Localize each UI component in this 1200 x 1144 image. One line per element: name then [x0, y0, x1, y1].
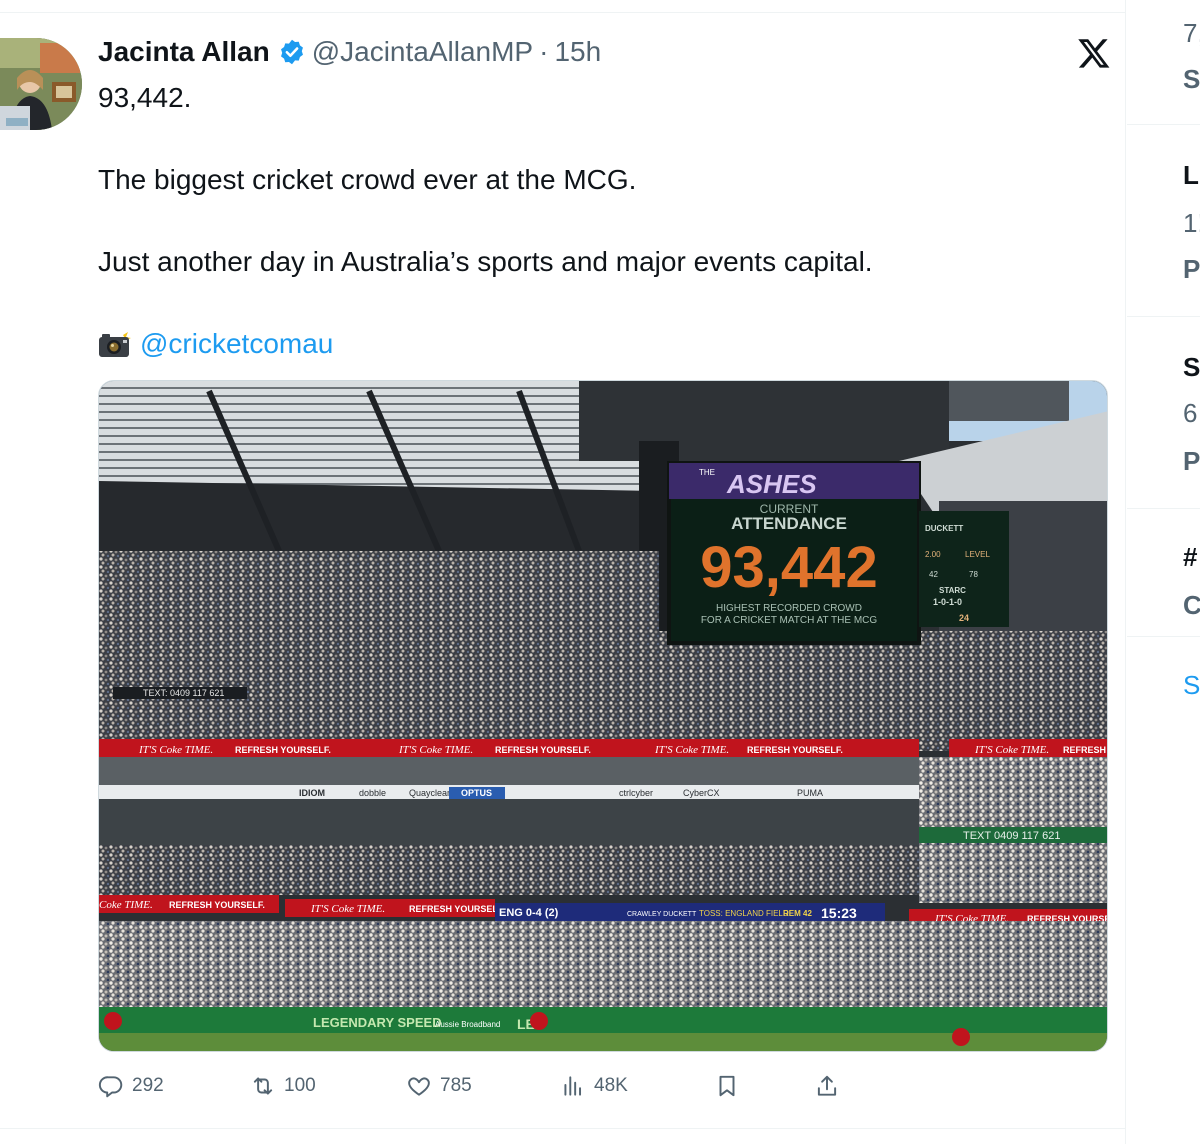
like-icon [408, 1077, 430, 1096]
views-button[interactable]: 48K [560, 1066, 628, 1106]
sponsor-board: OPTUS [461, 788, 492, 798]
score-rem: REM 42 [783, 909, 812, 918]
verified-badge-icon[interactable] [278, 38, 306, 66]
sidebar-fragment[interactable]: S [1183, 352, 1200, 383]
sponsor-board: Quayclean [409, 788, 452, 798]
attendance-label-2: ATTENDANCE [731, 514, 847, 533]
side-bowler: STARC [939, 586, 966, 595]
top-divider [0, 12, 1126, 13]
sms-text: TEXT: 0409 117 621 [143, 688, 224, 698]
side-between-value: 24 [959, 613, 969, 623]
sidebar-fragment[interactable]: # [1183, 542, 1197, 573]
tweet-timestamp[interactable]: 15h [554, 36, 601, 68]
side-batter: DUCKETT [925, 524, 963, 533]
side-overs-today: 42 [929, 570, 938, 579]
ribbon-text: REFRESH YOURSELF. [747, 745, 843, 755]
sms-text: TEXT 0409 117 621 [963, 830, 1060, 842]
tweet-paragraph: 93,442. [98, 82, 192, 113]
bottom-divider [0, 1128, 1126, 1129]
side-figures: 1-0-1-0 [933, 597, 962, 607]
author-avatar[interactable] [0, 38, 82, 130]
photo-credit: @cricketcomau [98, 324, 333, 364]
scoreboard-title: ASHES [726, 469, 817, 499]
sponsor-board: IDIOM [299, 788, 325, 798]
ribbon-text: Coke TIME. [99, 899, 153, 911]
tweet-column: Jacinta Allan @JacintaAllanMP · 15h 93,4… [0, 0, 1126, 1144]
header-separator: · [539, 36, 549, 67]
sidebar-fragment[interactable]: P [1183, 446, 1200, 477]
score-batters: CRAWLEY DUCKETT [627, 911, 697, 918]
sidebar-fragment[interactable]: P [1183, 254, 1200, 285]
sidebar-divider [1127, 124, 1200, 125]
side-run-rate: 2.00 [925, 550, 941, 559]
ribbon-text: REFRESH YOURSELF. [169, 900, 265, 910]
like-button[interactable]: 785 [406, 1066, 472, 1106]
sponsor-board: PUMA [797, 788, 823, 798]
scoreboard-pre: THE [699, 468, 715, 477]
tweet-paragraph: Just another day in Australia’s sports a… [98, 246, 873, 277]
x-logo-icon[interactable] [1077, 36, 1111, 70]
side-level: LEVEL [965, 550, 990, 559]
score-team: ENG 0-4 (2) [499, 907, 559, 919]
sidebar-fragment[interactable]: L [1183, 160, 1199, 191]
views-icon [564, 1076, 582, 1096]
sidebar-divider [1127, 316, 1200, 317]
credit-mention-link[interactable]: @cricketcomau [140, 324, 333, 364]
share-button[interactable] [814, 1066, 848, 1106]
sponsor-board: CyberCX [683, 788, 720, 798]
ribbon-text: IT'S Coke TIME. [654, 744, 729, 756]
boundary-board: Aussie Broadband [435, 1020, 500, 1029]
tweet-header: Jacinta Allan @JacintaAllanMP · 15h [98, 32, 601, 72]
ribbon-text: REFRESH YOURSELF. [495, 745, 591, 755]
sidebar-fragment: 7, [1183, 18, 1200, 48]
repost-count: 100 [284, 1075, 316, 1096]
attendance-value: 93,442 [700, 535, 877, 600]
sidebar-show-more-link[interactable]: S [1183, 670, 1200, 701]
sponsor-board: dobble [359, 788, 386, 798]
sidebar-fragment[interactable]: S [1183, 64, 1200, 95]
tweet-actions: 292 100 785 48K [98, 1066, 858, 1106]
boundary-board: LEGENDARY SPEED [313, 1015, 442, 1030]
repost-button[interactable]: 100 [250, 1066, 316, 1106]
author-name[interactable]: Jacinta Allan [98, 36, 270, 68]
sidebar-fragment: 6 [1183, 398, 1198, 428]
bookmark-button[interactable] [714, 1066, 748, 1106]
tweet-paragraph: The biggest cricket crowd ever at the MC… [98, 164, 637, 195]
reply-count: 292 [132, 1075, 164, 1096]
views-count: 48K [594, 1075, 628, 1096]
bookmark-icon [719, 1075, 735, 1097]
author-handle[interactable]: @JacintaAllanMP [312, 36, 533, 68]
attendance-caption-2: FOR A CRICKET MATCH AT THE MCG [701, 615, 878, 626]
repost-icon [253, 1077, 273, 1095]
reply-icon [98, 1076, 123, 1098]
reply-button[interactable]: 292 [98, 1066, 164, 1106]
share-icon [817, 1075, 837, 1096]
side-balls: 78 [969, 570, 978, 579]
tweet-photo[interactable]: THE ASHES CURRENT ATTENDANCE 93,442 HIGH… [98, 380, 1108, 1052]
sidebar-fragment: 1! [1183, 208, 1200, 238]
sidebar-fragment[interactable]: C [1183, 590, 1200, 621]
score-toss: TOSS: ENGLAND FIELD [699, 909, 789, 918]
ribbon-text: IT'S Coke TIME. [138, 744, 213, 756]
sidebar-divider [1127, 636, 1200, 637]
avatar-image [0, 38, 82, 130]
attendance-caption-1: HIGHEST RECORDED CROWD [716, 603, 862, 614]
sponsor-board: ctrlcyber [619, 788, 653, 798]
ribbon-text: REFRESH YOURSELF. [235, 745, 331, 755]
like-count: 785 [440, 1075, 472, 1096]
camera-flash-icon [99, 330, 131, 357]
ribbon-text: REFRESH YOURSELF. [409, 904, 505, 914]
ribbon-text: REFRESH Y [1063, 745, 1108, 755]
score-clock: 15:23 [821, 905, 857, 921]
ribbon-text: IT'S Coke TIME. [398, 744, 473, 756]
sidebar-divider [1127, 508, 1200, 509]
ribbon-text: IT'S Coke TIME. [310, 903, 385, 915]
right-sidebar: 7, S L 1! P S 6 P # C S [1127, 0, 1200, 1144]
ribbon-text: IT'S Coke TIME. [974, 744, 1049, 756]
stadium-photo: THE ASHES CURRENT ATTENDANCE 93,442 HIGH… [99, 381, 1108, 1051]
